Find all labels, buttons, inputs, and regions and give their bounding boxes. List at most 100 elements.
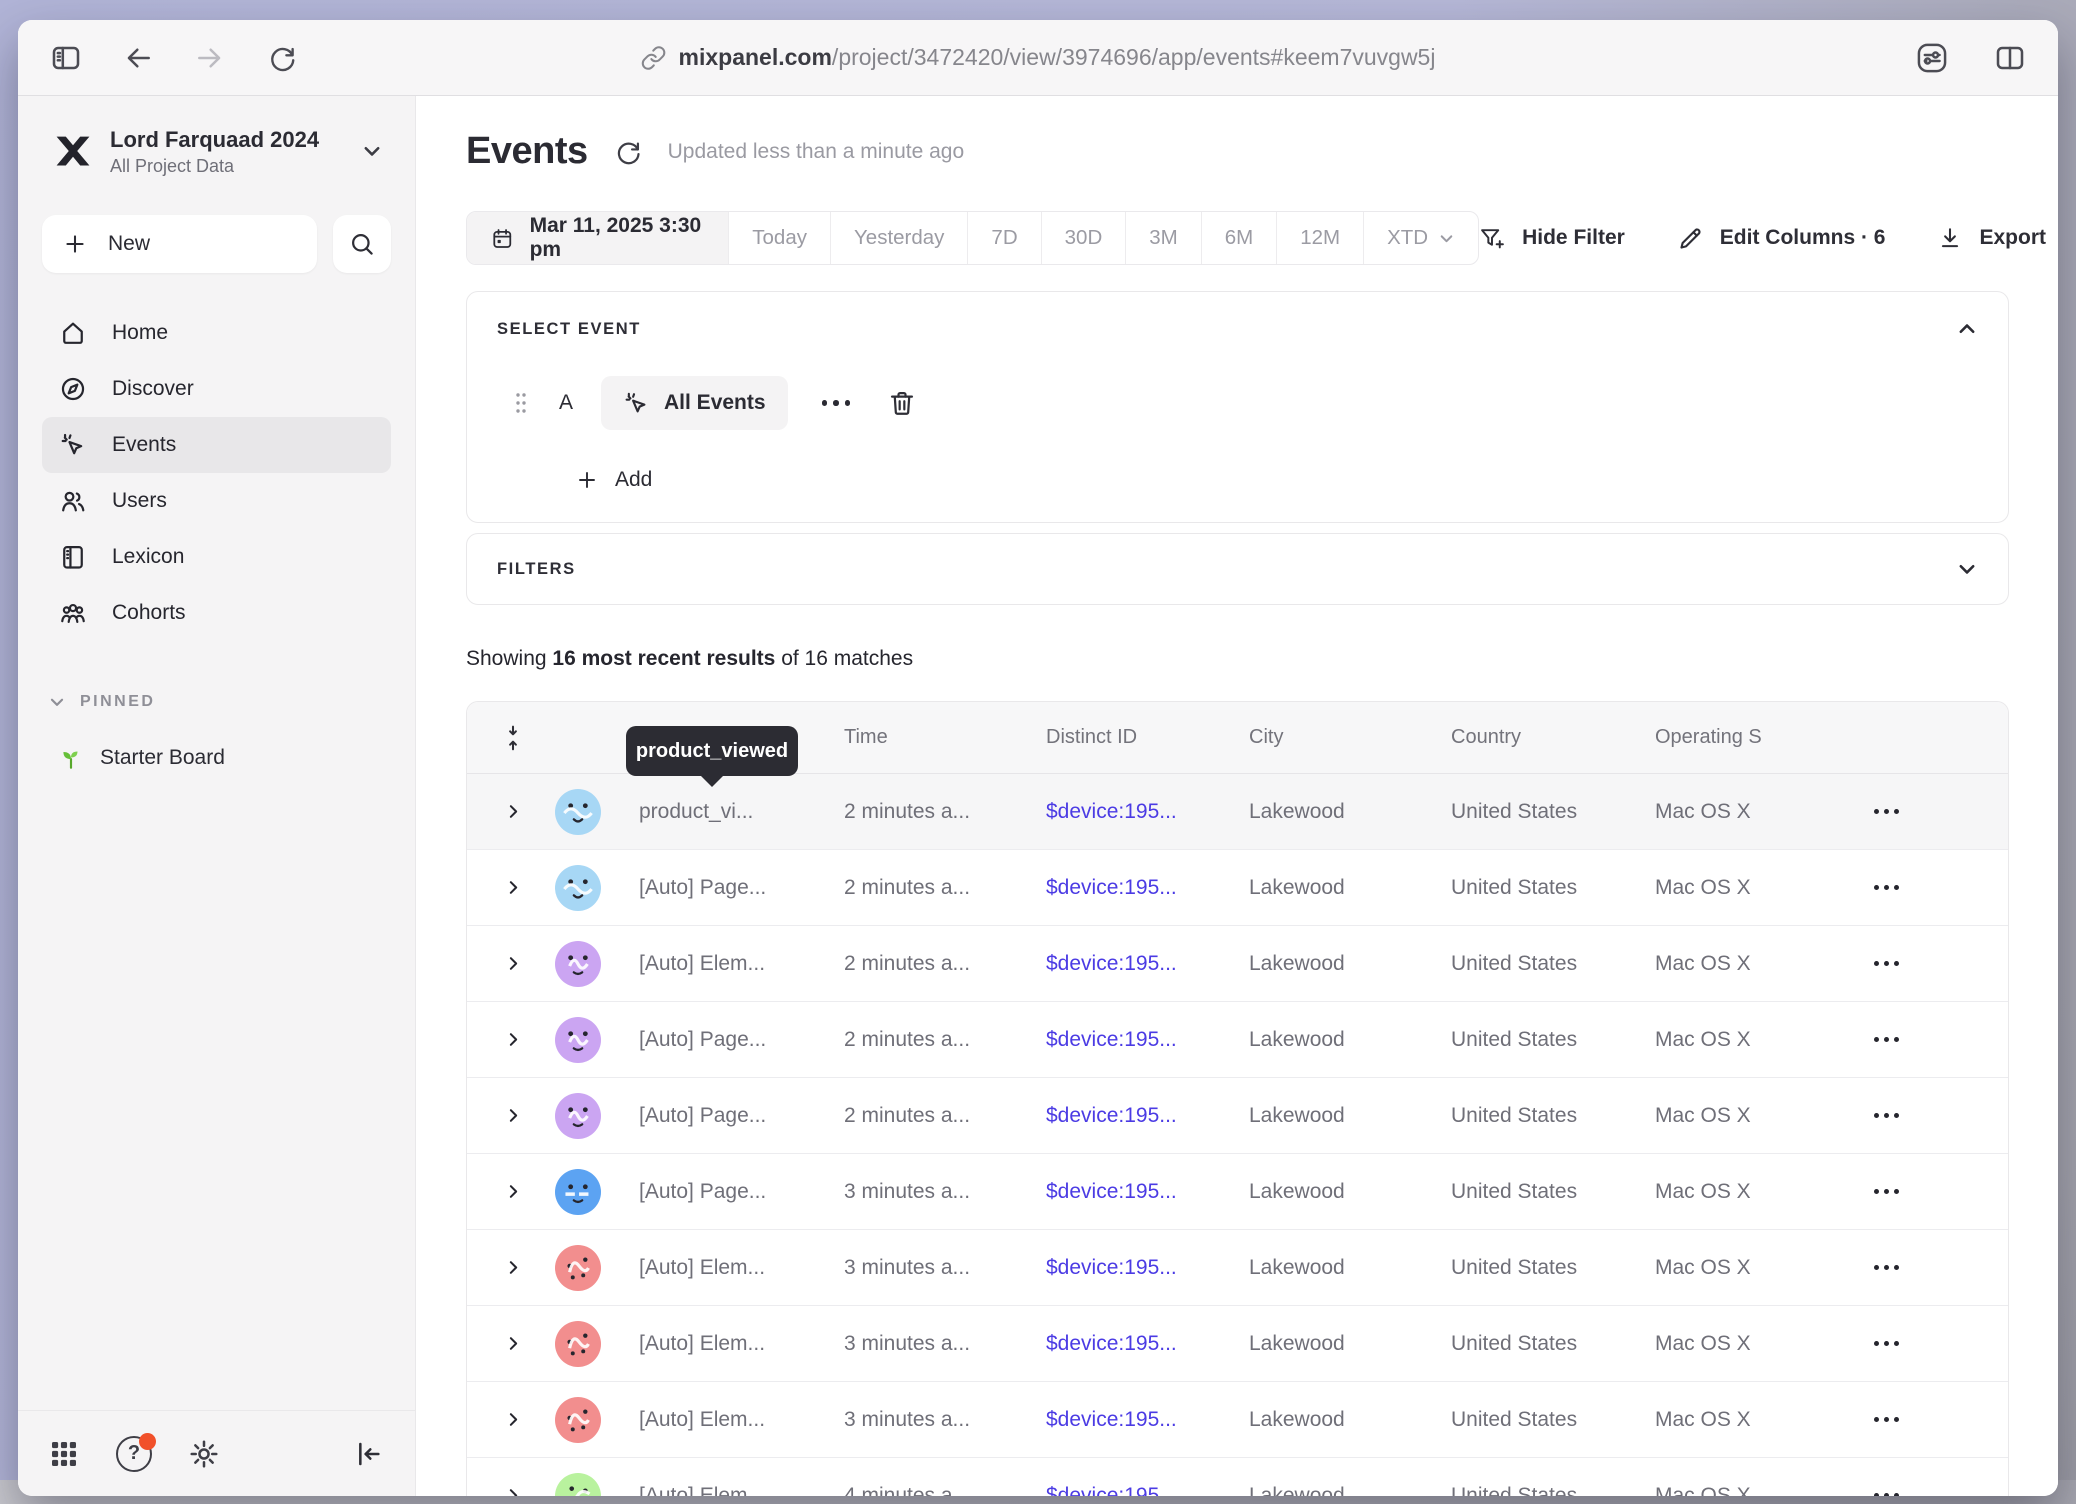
sidebar-toggle-icon[interactable] <box>44 36 88 80</box>
range-3m[interactable]: 3M <box>1125 212 1200 264</box>
row-more-button[interactable] <box>1858 1189 2008 1194</box>
col-time[interactable]: Time <box>844 726 1046 749</box>
new-button[interactable]: New <box>42 215 317 273</box>
gear-icon[interactable] <box>188 1438 220 1470</box>
distinct-id-link[interactable]: $device:195... <box>1046 1028 1249 1052</box>
range-7d[interactable]: 7D <box>967 212 1040 264</box>
row-more-button[interactable] <box>1858 885 2008 890</box>
event-selector-button[interactable]: All Events <box>601 376 788 430</box>
forward-button[interactable] <box>188 36 232 80</box>
table-row[interactable]: product_vi... 2 minutes a... $device:195… <box>467 774 2008 850</box>
row-expand-icon[interactable] <box>491 1335 535 1352</box>
sidebar-item-cohorts[interactable]: Cohorts <box>42 585 391 641</box>
col-os[interactable]: Operating S <box>1655 726 1858 749</box>
range-12m[interactable]: 12M <box>1276 212 1363 264</box>
sidebar-item-users[interactable]: Users <box>42 473 391 529</box>
row-more-button[interactable] <box>1858 1113 2008 1118</box>
chevron-up-icon[interactable] <box>1956 318 1978 340</box>
hide-filter-button[interactable]: Hide Filter <box>1479 225 1625 252</box>
drag-handle-icon[interactable] <box>513 390 529 416</box>
back-button[interactable] <box>116 36 160 80</box>
row-more-button[interactable] <box>1858 1341 2008 1346</box>
address-bar[interactable]: mixpanel.com/project/3472420/view/397469… <box>641 44 1436 71</box>
chevron-down-icon <box>1438 230 1455 247</box>
distinct-id-link[interactable]: $device:195... <box>1046 1484 1249 1497</box>
city-cell: Lakewood <box>1249 1256 1451 1280</box>
distinct-id-link[interactable]: $device:195... <box>1046 1180 1249 1204</box>
distinct-id-link[interactable]: $device:195... <box>1046 876 1249 900</box>
avatar <box>555 1169 601 1215</box>
range-yesterday[interactable]: Yesterday <box>830 212 967 264</box>
search-button[interactable] <box>333 215 391 273</box>
distinct-id-link[interactable]: $device:195... <box>1046 800 1249 824</box>
split-view-icon[interactable] <box>1988 36 2032 80</box>
reload-button[interactable] <box>260 36 304 80</box>
table-row[interactable]: [Auto] Elem... 3 minutes a... $device:19… <box>467 1382 2008 1458</box>
row-more-button[interactable] <box>1858 809 2008 814</box>
range-30d[interactable]: 30D <box>1041 212 1126 264</box>
table-row[interactable]: [Auto] Page... 2 minutes a... $device:19… <box>467 850 2008 926</box>
add-event-button[interactable]: Add <box>575 468 1978 492</box>
pinned-item-starter-board[interactable]: Starter Board <box>42 745 391 771</box>
project-switcher[interactable]: Lord Farquaad 2024 All Project Data <box>42 126 391 177</box>
range-6m[interactable]: 6M <box>1201 212 1276 264</box>
table-row[interactable]: [Auto] Elem... 2 minutes a... $device:19… <box>467 926 2008 1002</box>
col-country[interactable]: Country <box>1451 726 1655 749</box>
range-xtd[interactable]: XTD <box>1363 212 1478 264</box>
sidebar-item-events[interactable]: Events <box>42 417 391 473</box>
edit-columns-button[interactable]: Edit Columns · 6 <box>1677 225 1886 252</box>
sidebar-item-discover[interactable]: Discover <box>42 361 391 417</box>
row-more-button[interactable] <box>1858 961 2008 966</box>
browser-window: mixpanel.com/project/3472420/view/397469… <box>18 20 2058 1496</box>
row-expand-icon[interactable] <box>491 1259 535 1276</box>
distinct-id-link[interactable]: $device:195... <box>1046 1104 1249 1128</box>
event-more-options-button[interactable] <box>822 400 851 406</box>
os-cell: Mac OS X <box>1655 1104 1858 1128</box>
col-distinct-id[interactable]: Distinct ID <box>1046 726 1249 749</box>
distinct-id-link[interactable]: $device:195... <box>1046 952 1249 976</box>
row-expand-icon[interactable] <box>491 1183 535 1200</box>
trash-icon[interactable] <box>888 389 916 417</box>
range-today[interactable]: Today <box>728 212 830 264</box>
export-button[interactable]: Export <box>1937 225 2046 251</box>
country-cell: United States <box>1451 1332 1655 1356</box>
row-expand-icon[interactable] <box>491 879 535 896</box>
mixpanel-logo <box>52 132 94 170</box>
row-more-button[interactable] <box>1858 1493 2008 1496</box>
row-expand-icon[interactable] <box>491 803 535 820</box>
table-row[interactable]: [Auto] Page... 2 minutes a... $device:19… <box>467 1078 2008 1154</box>
row-more-button[interactable] <box>1858 1037 2008 1042</box>
refresh-icon[interactable] <box>614 138 642 166</box>
row-more-button[interactable] <box>1858 1417 2008 1422</box>
row-expand-icon[interactable] <box>491 955 535 972</box>
row-expand-icon[interactable] <box>491 1031 535 1048</box>
col-city[interactable]: City <box>1249 726 1451 749</box>
distinct-id-link[interactable]: $device:195... <box>1046 1256 1249 1280</box>
help-icon[interactable]: ? <box>116 1436 152 1472</box>
row-expand-icon[interactable] <box>491 1487 535 1496</box>
pinned-section-header[interactable]: PINNED <box>42 693 391 711</box>
chevron-down-icon <box>361 140 383 162</box>
row-expand-icon[interactable] <box>491 1411 535 1428</box>
city-cell: Lakewood <box>1249 952 1451 976</box>
reader-settings-icon[interactable] <box>1910 36 1954 80</box>
collapse-rows-icon[interactable] <box>491 724 535 752</box>
distinct-id-link[interactable]: $device:195... <box>1046 1332 1249 1356</box>
collapse-sidebar-icon[interactable] <box>353 1438 385 1470</box>
table-row[interactable]: [Auto] Elem... 3 minutes a... $device:19… <box>467 1230 2008 1306</box>
date-picker-button[interactable]: Mar 11, 2025 3:30 pm <box>467 212 728 264</box>
os-cell: Mac OS X <box>1655 1256 1858 1280</box>
table-row[interactable]: [Auto] Page... 2 minutes a... $device:19… <box>467 1002 2008 1078</box>
table-row[interactable]: [Auto] Elem... 3 minutes a... $device:19… <box>467 1306 2008 1382</box>
table-row[interactable]: [Auto] Page... 3 minutes a... $device:19… <box>467 1154 2008 1230</box>
url-domain: mixpanel.com <box>679 44 832 70</box>
chevron-down-icon[interactable] <box>1956 558 1978 580</box>
sidebar-item-home[interactable]: Home <box>42 305 391 361</box>
distinct-id-link[interactable]: $device:195... <box>1046 1408 1249 1432</box>
apps-grid-icon[interactable] <box>48 1438 80 1470</box>
row-more-button[interactable] <box>1858 1265 2008 1270</box>
table-row[interactable]: [Auto] Elem... 4 minutes a... $device:19… <box>467 1458 2008 1496</box>
time-cell: 2 minutes a... <box>844 952 1046 976</box>
row-expand-icon[interactable] <box>491 1107 535 1124</box>
sidebar-item-lexicon[interactable]: Lexicon <box>42 529 391 585</box>
